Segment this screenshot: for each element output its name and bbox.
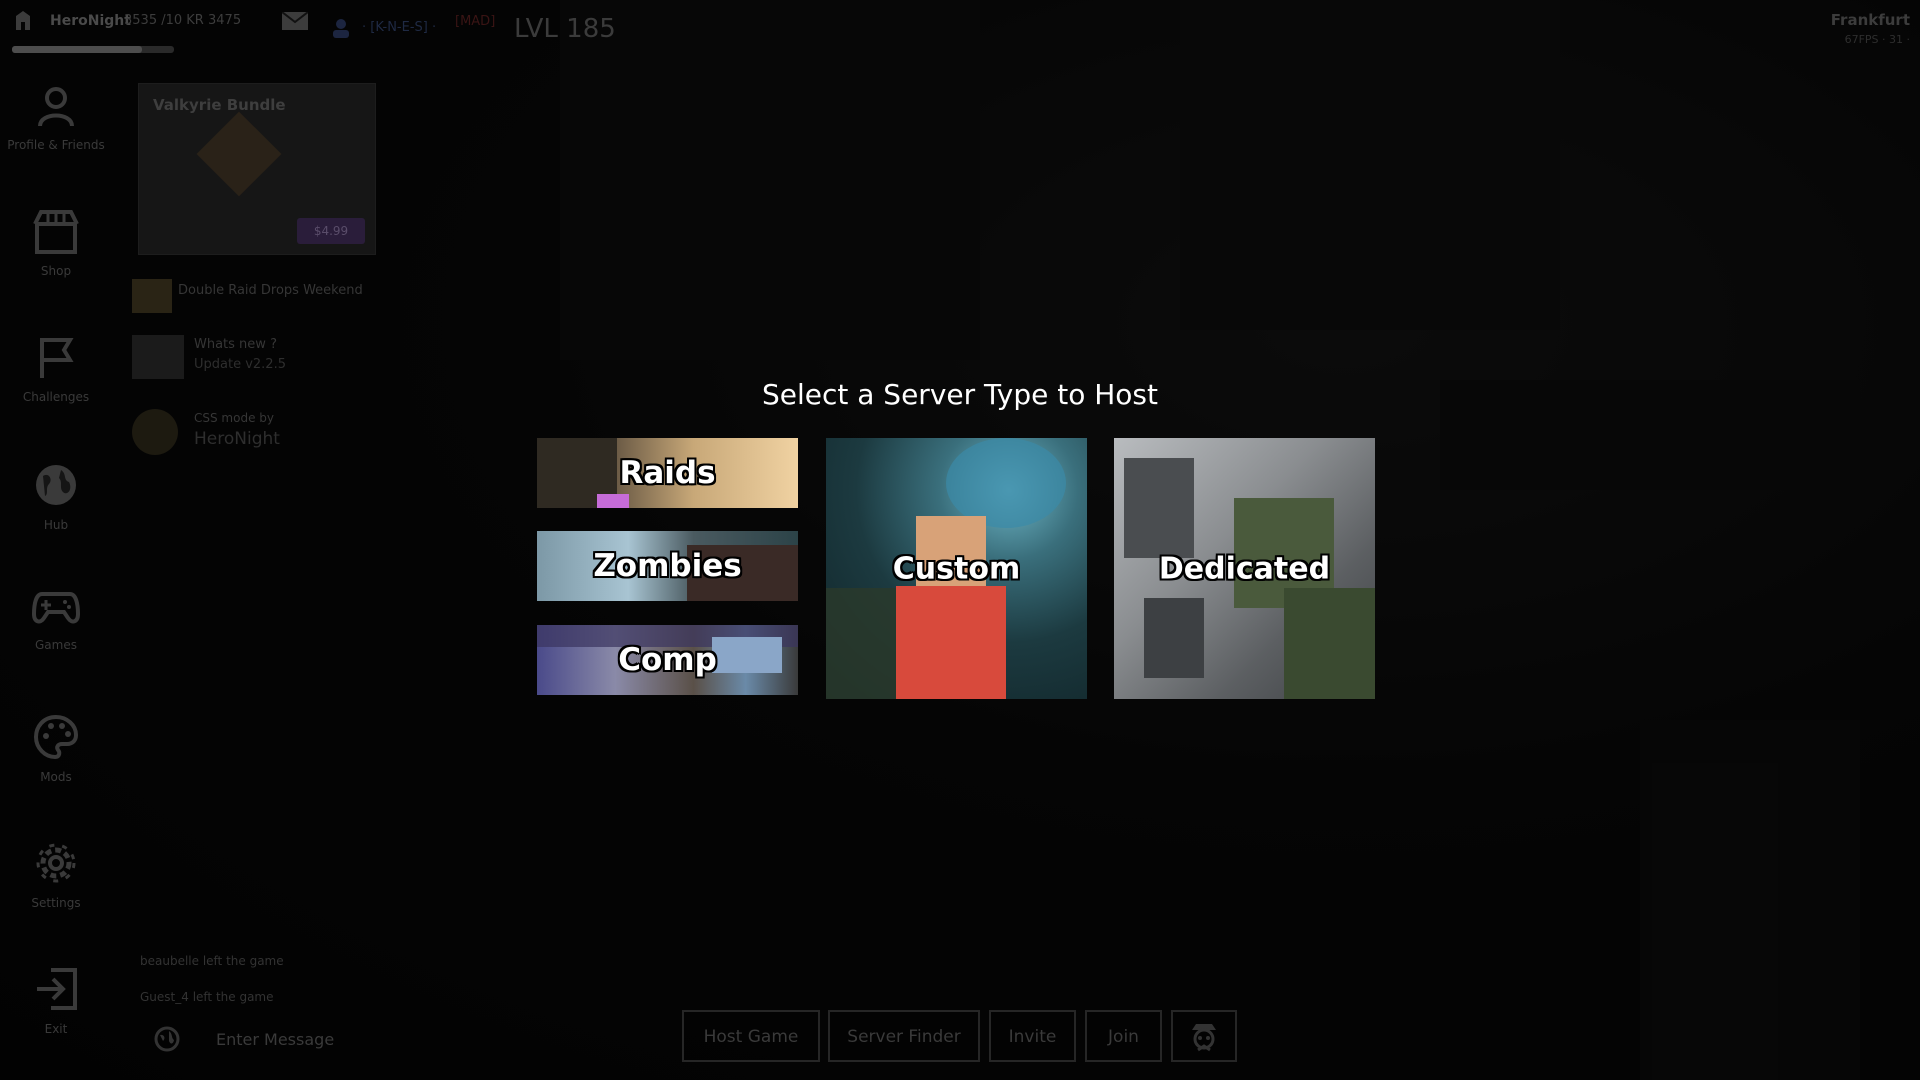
server-type-custom-button[interactable]: Custom [826,438,1087,699]
clan-name: · [K-N-E-S] · [362,20,437,35]
sidebar-item-mods[interactable]: Mods [0,714,112,824]
shop-icon [33,210,79,254]
chat-message: Guest_4 left the game [140,990,274,1004]
host-game-button[interactable]: Host Game [682,1010,820,1062]
spectate-button[interactable] [1171,1010,1237,1062]
sidebar-item-label: Exit [44,1022,68,1036]
sidebar-item-shop[interactable]: Shop [0,210,112,320]
palette-icon [33,714,79,760]
dedicated-artwork-rack [1144,598,1204,678]
sidebar-item-label: Settings [31,896,81,910]
server-type-dedicated-button[interactable]: Dedicated [1114,438,1375,699]
player-level: LVL 185 [514,14,616,44]
chat-message: beaubelle left the game [140,954,284,968]
chat-channel-globe-icon[interactable] [154,1026,180,1052]
sidebar-item-profile[interactable]: Profile & Friends [0,84,112,194]
kr-balance: 3535 /10 KR [124,13,204,28]
bundle-artwork [196,111,282,197]
mail-icon[interactable] [282,12,308,30]
sidebar-item-label: Games [35,638,77,652]
gear-icon [36,843,76,883]
invite-button[interactable]: Invite [989,1010,1076,1062]
spectate-icon [1192,1024,1216,1052]
sidebar-item-label: Hub [43,518,69,532]
server-type-comp-button[interactable]: Comp [537,625,798,695]
custom-artwork-plants [826,588,896,699]
join-button[interactable]: Join [1085,1010,1162,1062]
custom-artwork-planet [946,438,1066,528]
xp-progress-bar [12,46,174,53]
modal-title: Select a Server Type to Host [761,378,1159,411]
server-type-raids-button[interactable]: Raids [537,438,798,508]
news-item[interactable]: CSS mode by HeroNight [132,405,382,457]
player-name[interactable]: HeroNight [50,13,131,29]
news-title: Whats new ? [194,337,277,352]
dedicated-label: Dedicated [1158,551,1331,586]
raids-artwork-detail [597,494,629,508]
comp-label: Comp [618,642,717,678]
bundle-price-button[interactable]: $4.99 [297,218,365,244]
featured-bundle-card[interactable]: Valkyrie Bundle $4.99 [138,83,376,255]
server-region[interactable]: Frankfurt [1831,11,1910,29]
sidebar-item-games[interactable]: Games [0,588,112,698]
news-thumbnail [132,279,172,313]
top-bar: HeroNight 3535 /10 KR 3475 · [K-N-E-S] ·… [0,0,1920,58]
exit-icon [37,968,77,1010]
server-finder-button[interactable]: Server Finder [828,1010,980,1062]
news-subtitle: HeroNight [194,429,280,449]
chat-input[interactable] [214,1026,458,1052]
sidebar-item-label: Mods [40,770,72,784]
dedicated-artwork-body [1284,588,1375,699]
clan-icon[interactable] [330,18,352,38]
news-title: CSS mode by [194,411,274,425]
news-thumbnail [132,335,184,379]
fps-counter: 67FPS · 31 · [1844,33,1910,46]
clan-tag: [MAD] [455,14,496,29]
raids-label: Raids [619,455,716,491]
sidebar-item-exit[interactable]: Exit [0,966,112,1076]
news-item[interactable]: Whats new ? Update v2.2.5 [132,331,382,383]
dedicated-artwork-rack [1124,458,1194,558]
news-item[interactable]: Double Raid Drops Weekend [132,269,382,321]
bundle-title: Valkyrie Bundle [153,96,286,114]
home-icon[interactable] [14,10,32,30]
sidebar-item-hub[interactable]: Hub [0,462,112,572]
custom-artwork-body [896,586,1006,699]
zombies-label: Zombies [593,548,742,584]
custom-label: Custom [892,551,1021,586]
flag-icon [40,338,74,378]
sidebar-item-settings[interactable]: Settings [0,840,112,950]
profile-icon [38,87,74,127]
xp-progress-fill [12,46,142,53]
sidebar-item-label: Profile & Friends [7,138,105,152]
server-type-zombies-button[interactable]: Zombies [537,531,798,601]
kr-extra: 3475 [208,13,242,28]
news-thumbnail [132,409,178,455]
globe-icon [36,465,76,505]
gamepad-icon [32,592,80,624]
sidebar-item-label: Shop [40,264,72,278]
news-title: Double Raid Drops Weekend [178,283,363,298]
news-subtitle: Update v2.2.5 [194,357,286,372]
